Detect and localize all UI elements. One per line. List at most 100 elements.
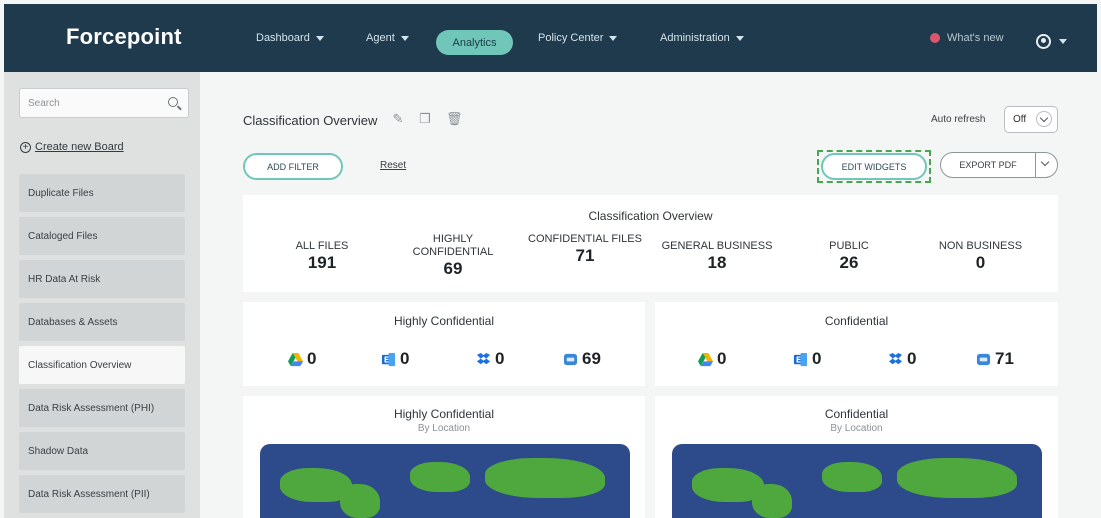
widget-subtitle: By Location <box>830 423 883 434</box>
create-new-board-link[interactable]: + Create new Board <box>20 141 124 153</box>
whats-new-label: What's new <box>947 32 1004 44</box>
edit-widgets-button[interactable]: EDIT WIDGETS <box>821 153 927 180</box>
stat-general-business[interactable]: GENERAL BUSINESS 18 <box>653 240 781 272</box>
sidebar-item-classification-overview[interactable]: Classification Overview <box>19 346 185 384</box>
sidebar-item-label: Cataloged Files <box>28 231 98 242</box>
source-count: 0 <box>907 349 917 368</box>
forcepoint-logo[interactable]: Forcepoint <box>66 24 182 50</box>
stat-value: 71 <box>575 246 595 265</box>
nav-policy-center[interactable]: Policy Center <box>538 32 618 44</box>
nav-dashboard[interactable]: Dashboard <box>256 32 324 44</box>
svg-text:E: E <box>796 355 801 364</box>
stat-value: 69 <box>443 259 463 278</box>
sidebar-item-data-risk-assessment-phi[interactable]: Data Risk Assessment (PHI) <box>19 389 185 427</box>
search-placeholder: Search <box>28 98 60 109</box>
source-google-drive[interactable]: 0 <box>288 349 316 369</box>
source-count: 0 <box>307 349 317 368</box>
stat-label: GENERAL BUSINESS <box>661 240 773 252</box>
notification-dot-icon <box>930 33 940 43</box>
chevron-down-icon <box>609 35 618 41</box>
auto-refresh-value: Off <box>1013 114 1027 125</box>
map-landmass <box>752 484 792 518</box>
map-landmass <box>485 458 605 498</box>
map-landmass <box>410 462 470 492</box>
chevron-down-icon <box>1059 39 1067 44</box>
trash-icon[interactable]: 🗑 <box>446 112 463 126</box>
sidebar-item-hr-data-at-risk[interactable]: HR Data At Risk <box>19 260 185 298</box>
nav-analytics-label: Analytics <box>452 36 497 49</box>
sidebar-item-duplicate-files[interactable]: Duplicate Files <box>19 174 185 212</box>
stat-confidential-files[interactable]: CONFIDENTIAL FILES 71 <box>528 233 642 265</box>
widget-title: Highly Confidential <box>393 407 495 421</box>
nav-analytics[interactable]: Analytics <box>436 30 513 55</box>
stat-all-files[interactable]: ALL FILES 191 <box>263 240 381 271</box>
source-google-drive[interactable]: 0 <box>698 349 726 369</box>
duplicate-icon[interactable]: ❐ <box>418 112 432 126</box>
source-count: 0 <box>495 349 505 368</box>
auto-refresh-select[interactable]: Off <box>1004 106 1058 133</box>
reset-link[interactable]: Reset <box>380 160 406 171</box>
export-pdf-button[interactable]: EXPORT PDF <box>940 152 1058 178</box>
stat-public[interactable]: PUBLIC 26 <box>809 240 889 271</box>
stat-value: 18 <box>707 253 727 272</box>
plus-circle-icon: + <box>20 141 31 153</box>
map-landmass <box>822 462 882 492</box>
search-icon[interactable] <box>168 97 178 107</box>
stat-non-business[interactable]: NON BUSINESS 0 <box>923 240 1038 271</box>
storage-drive-icon <box>563 352 578 367</box>
world-map[interactable] <box>260 444 630 518</box>
edit-widgets-label: EDIT WIDGETS <box>841 161 907 172</box>
confidential-sources-widget: Confidential 0 E 0 0 71 <box>655 302 1058 386</box>
source-dropbox[interactable]: 0 <box>476 349 504 369</box>
confidential-location-widget: Confidential By Location <box>655 396 1058 518</box>
highly-confidential-sources-widget: Highly Confidential 0 E 0 0 69 <box>243 302 645 386</box>
exchange-icon: E <box>793 352 808 367</box>
search-input[interactable]: Search <box>19 88 189 118</box>
nav-dashboard-label: Dashboard <box>256 32 310 44</box>
stat-label: HIGHLY CONFIDENTIAL <box>412 233 494 258</box>
add-filter-button[interactable]: ADD FILTER <box>243 153 343 180</box>
edit-pencil-icon[interactable]: ✎ <box>391 112 405 126</box>
split-divider <box>1035 153 1036 177</box>
stat-label: NON BUSINESS <box>938 240 1023 252</box>
classification-overview-widget: Classification Overview ALL FILES 191 HI… <box>243 195 1058 292</box>
nav-agent[interactable]: Agent <box>366 32 409 44</box>
sidebar-item-databases-assets[interactable]: Databases & Assets <box>19 303 185 341</box>
exchange-icon: E <box>381 352 396 367</box>
sidebar-item-cataloged-files[interactable]: Cataloged Files <box>19 217 185 255</box>
dropbox-icon <box>476 352 491 367</box>
sidebar-item-label: Duplicate Files <box>28 188 94 199</box>
source-exchange[interactable]: E 0 <box>793 349 821 369</box>
nav-administration-label: Administration <box>660 32 730 44</box>
chevron-down-icon <box>735 35 744 41</box>
chevron-down-icon <box>400 35 409 41</box>
stat-highly-confidential[interactable]: HIGHLY CONFIDENTIAL 69 <box>395 233 511 278</box>
sidebar-item-shadow-data[interactable]: Shadow Data <box>19 432 185 470</box>
svg-text:E: E <box>384 355 389 364</box>
map-landmass <box>340 484 380 518</box>
chevron-down-icon[interactable] <box>1040 157 1050 167</box>
nav-administration[interactable]: Administration <box>660 32 744 44</box>
source-dropbox[interactable]: 0 <box>888 349 916 369</box>
board-content: Classification Overview ✎ ❐ 🗑 Auto refre… <box>200 72 1097 518</box>
map-landmass <box>897 458 1017 498</box>
sidebar-item-data-risk-assessment-pii[interactable]: Data Risk Assessment (PII) <box>19 475 185 513</box>
widget-title: Highly Confidential <box>393 314 495 328</box>
source-sharepoint[interactable]: 71 <box>976 349 1014 369</box>
widget-title: Confidential <box>824 407 889 421</box>
source-exchange[interactable]: E 0 <box>381 349 409 369</box>
storage-drive-icon <box>976 352 991 367</box>
source-sharepoint[interactable]: 69 <box>563 349 601 369</box>
sidebar-item-label: Shadow Data <box>28 446 89 457</box>
sidebar-item-label: Classification Overview <box>28 360 132 371</box>
user-menu[interactable] <box>1036 34 1067 49</box>
user-avatar-icon <box>1036 34 1051 49</box>
sidebar-item-label: HR Data At Risk <box>28 274 101 285</box>
source-count: 69 <box>582 349 601 368</box>
whats-new-link[interactable]: What's new <box>930 32 1004 44</box>
widget-title: Confidential <box>824 314 889 328</box>
world-map[interactable] <box>672 444 1042 518</box>
sidebar-item-label: Data Risk Assessment (PII) <box>28 489 150 500</box>
add-filter-label: ADD FILTER <box>267 161 319 172</box>
source-count: 0 <box>400 349 410 368</box>
